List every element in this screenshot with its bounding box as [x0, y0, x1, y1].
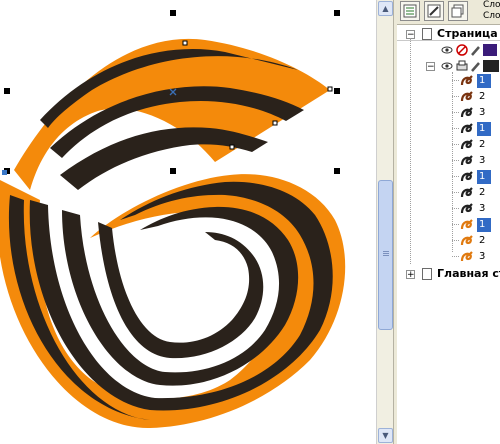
tree-row-master-page[interactable]: + Главная ст	[397, 266, 500, 282]
object-label: 3	[479, 203, 486, 214]
tree-guide	[452, 160, 459, 161]
page-controls	[441, 44, 497, 56]
object-label: 1	[477, 170, 491, 184]
scroll-thumb[interactable]	[378, 180, 393, 330]
tree-row-layer[interactable]: −	[397, 58, 500, 74]
eye-icon	[441, 46, 453, 54]
ribbon-artwork[interactable]	[0, 0, 376, 444]
layers-list-icon	[403, 4, 417, 18]
page-color-swatch	[483, 44, 497, 56]
pencil-icon	[471, 46, 480, 56]
object-label: 1	[477, 218, 491, 232]
tree-guide	[452, 176, 459, 177]
object-row[interactable]: 3	[452, 153, 500, 169]
master-page-title: Главная ст	[437, 267, 500, 280]
curve-object-icon	[460, 91, 473, 102]
object-label: 2	[479, 187, 486, 198]
printer-icon	[456, 60, 468, 71]
object-label: 1	[477, 122, 491, 136]
curve-object-icon	[460, 75, 473, 86]
print-disabled-icon	[456, 44, 468, 56]
object-row[interactable]: 3	[452, 249, 500, 265]
layer-controls	[441, 60, 499, 72]
eye-icon	[441, 62, 453, 70]
tree-guide	[452, 128, 459, 129]
object-row[interactable]: 1	[452, 73, 500, 89]
toolbar-label-1: Сло	[483, 0, 500, 10]
curve-object-icon	[460, 155, 473, 166]
object-row[interactable]: 2	[452, 233, 500, 249]
toolbar-label-2: Сло	[483, 11, 500, 21]
curve-object-icon	[460, 187, 473, 198]
object-row[interactable]: 2	[452, 185, 500, 201]
pencil-icon	[471, 62, 480, 72]
show-properties-button[interactable]	[400, 1, 420, 21]
page-icon	[422, 268, 432, 280]
curve-object-icon	[460, 251, 473, 262]
edit-across-layers-button[interactable]	[424, 1, 444, 21]
page-icon	[422, 28, 432, 40]
expand-master-icon[interactable]: +	[406, 270, 415, 280]
curve-object-icon	[460, 139, 473, 150]
tree-guide	[452, 112, 459, 113]
collapse-layer-icon[interactable]: −	[426, 62, 435, 72]
page-title: Страница	[437, 27, 498, 40]
curve-object-icon	[460, 219, 473, 230]
object-label: 2	[479, 235, 486, 246]
stacked-pages-icon	[451, 4, 464, 18]
curve-object-icon	[460, 123, 473, 134]
object-label: 3	[479, 155, 486, 166]
object-row[interactable]: 1	[452, 169, 500, 185]
tree-guide	[452, 144, 459, 145]
drawing-canvas[interactable]	[0, 0, 376, 444]
layer-manager-view-button[interactable]	[448, 1, 468, 21]
tree-guide	[410, 38, 411, 264]
object-label: 3	[479, 107, 486, 118]
object-label: 3	[479, 251, 486, 262]
selected-node[interactable]	[2, 170, 7, 175]
pen-layers-icon	[427, 4, 441, 18]
object-row[interactable]: 1	[452, 217, 500, 233]
scroll-down-icon[interactable]: ▼	[378, 428, 393, 443]
curve-object-icon	[460, 171, 473, 182]
curve-object-icon	[460, 235, 473, 246]
object-label: 1	[477, 74, 491, 88]
object-row[interactable]: 3	[452, 105, 500, 121]
separator	[397, 40, 500, 41]
tree-guide	[452, 256, 459, 257]
curve-object-icon	[460, 203, 473, 214]
object-row[interactable]: 3	[452, 201, 500, 217]
tree-guide	[452, 96, 459, 97]
upper-ribbon[interactable]	[14, 38, 330, 190]
tree-guide	[452, 224, 459, 225]
object-row[interactable]: 2	[452, 137, 500, 153]
lower-ribbon[interactable]	[0, 174, 346, 429]
grip-icon	[383, 251, 389, 252]
scroll-up-icon[interactable]: ▲	[378, 1, 393, 16]
curve-object-icon	[460, 107, 473, 118]
tree-guide	[452, 192, 459, 193]
tree-guide	[452, 80, 459, 81]
layer-color-swatch	[483, 60, 499, 72]
tree-guide	[452, 72, 453, 252]
object-row[interactable]: 2	[452, 89, 500, 105]
vertical-scrollbar[interactable]: ▲ ▼	[376, 0, 393, 444]
object-label: 2	[479, 139, 486, 150]
tree-guide	[452, 240, 459, 241]
tree-guide	[452, 208, 459, 209]
tree-row-page-controls	[397, 42, 500, 58]
object-row[interactable]: 1	[452, 121, 500, 137]
object-label: 2	[479, 91, 486, 102]
docker-toolbar: Сло Сло	[397, 0, 500, 25]
object-manager-docker: Сло Сло − Страница − 123123123123 + Глав…	[397, 0, 500, 444]
